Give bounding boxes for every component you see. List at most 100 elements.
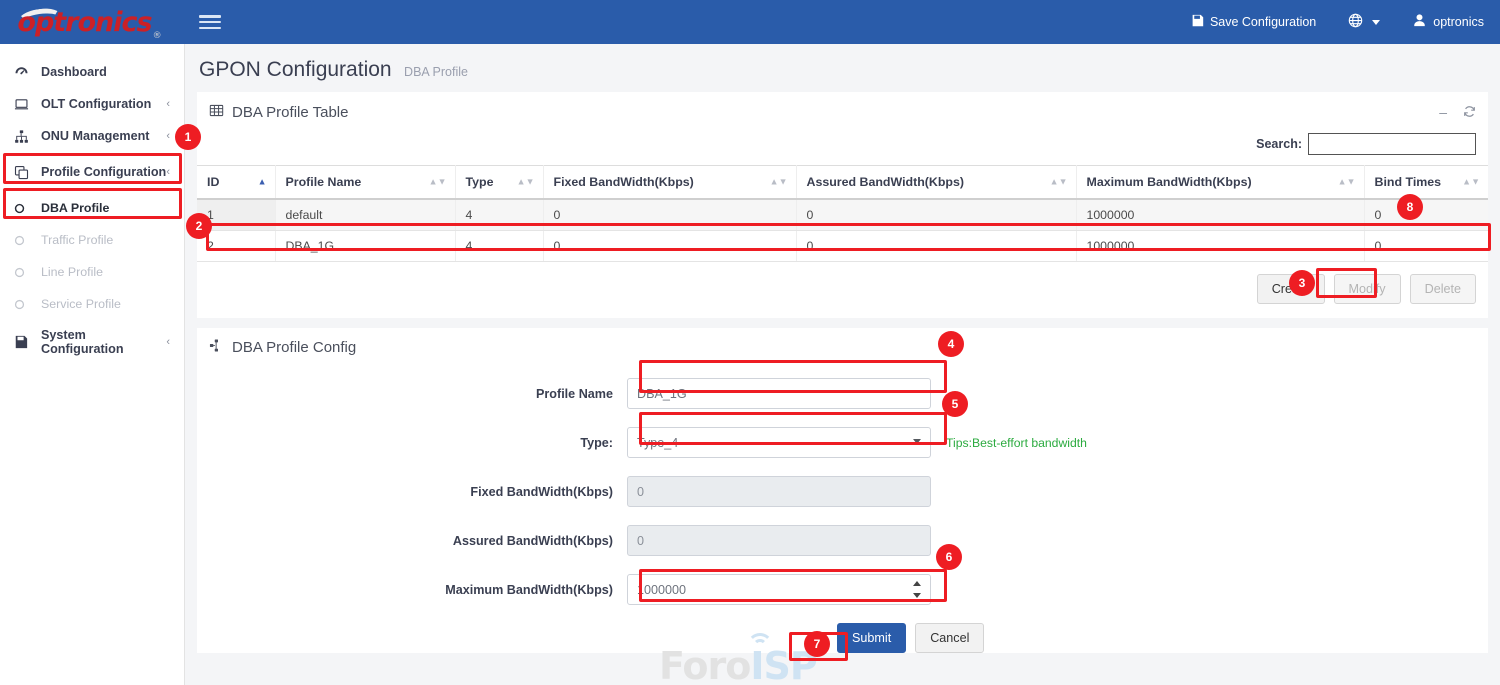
refresh-icon[interactable] <box>1463 105 1476 120</box>
table-panel-title: DBA Profile Table <box>232 104 348 121</box>
sidebar-item-olt-configuration[interactable]: OLT Configuration ‹ <box>0 88 184 120</box>
page-title: GPON Configuration <box>199 58 392 81</box>
circle-icon <box>14 203 32 214</box>
form-row-profile-name: Profile Name <box>197 378 1488 409</box>
sitemap-icon <box>14 129 32 144</box>
user-name-label: optronics <box>1433 15 1484 29</box>
table-icon <box>209 103 224 122</box>
maximum-bandwidth-input[interactable] <box>627 574 931 605</box>
sidebar-item-profile-configuration[interactable]: Profile Configuration ‹ <box>0 156 184 188</box>
chevron-left-icon: ‹ <box>166 336 170 348</box>
assured-bandwidth-label: Assured BandWidth(Kbps) <box>197 534 627 548</box>
submit-button[interactable]: Submit <box>837 623 906 653</box>
form-row-fixed-bandwidth: Fixed BandWidth(Kbps) <box>197 476 1488 507</box>
sidebar-item-label: Traffic Profile <box>41 233 113 247</box>
column-label: Type <box>466 175 494 189</box>
fixed-bandwidth-label: Fixed BandWidth(Kbps) <box>197 485 627 499</box>
table-row[interactable]: 2 DBA_1G 4 0 0 1000000 0 <box>197 231 1488 262</box>
assured-bandwidth-input <box>627 525 931 556</box>
annotation-badge-7: 7 <box>804 631 830 657</box>
column-header-bind-times[interactable]: Bind Times ▲▼ <box>1364 166 1488 200</box>
column-header-maximum-bandwidth[interactable]: Maximum BandWidth(Kbps) ▲▼ <box>1076 166 1364 200</box>
chevron-left-icon: ‹ <box>166 166 170 178</box>
minimize-icon[interactable]: – <box>1439 105 1447 119</box>
table-panel-header: DBA Profile Table – <box>197 93 1488 131</box>
sidebar-item-system-configuration[interactable]: System Configuration ‹ <box>0 326 184 358</box>
cell-type: 4 <box>455 199 543 231</box>
hamburger-line <box>199 21 221 24</box>
cell-fixed-bandwidth: 0 <box>543 199 796 231</box>
delete-button[interactable]: Delete <box>1410 274 1476 304</box>
brand-logo[interactable]: optronics® <box>0 0 185 44</box>
column-label: Bind Times <box>1375 175 1442 189</box>
save-configuration-label: Save Configuration <box>1210 15 1316 29</box>
circle-icon <box>14 235 32 246</box>
app-root: optronics® Save Configuration <box>0 0 1500 685</box>
fixed-bandwidth-field-wrap <box>627 476 931 507</box>
sidebar-item-label: System Configuration <box>41 328 166 356</box>
column-header-id[interactable]: ID ▲ <box>197 166 275 200</box>
fixed-bandwidth-input <box>627 476 931 507</box>
maximum-bandwidth-field-wrap <box>627 574 931 605</box>
type-label: Type: <box>197 436 627 450</box>
annotation-badge-3: 3 <box>1289 270 1315 296</box>
sort-ascending-icon: ▲ <box>258 178 267 187</box>
chevron-left-icon: ‹ <box>166 130 170 142</box>
circle-icon <box>14 267 32 278</box>
user-icon <box>1412 13 1427 31</box>
sidebar-item-label: DBA Profile <box>41 201 109 215</box>
sidebar-item-dashboard[interactable]: Dashboard <box>0 56 184 88</box>
save-configuration-button[interactable]: Save Configuration <box>1175 0 1332 44</box>
sidebar-item-dba-profile[interactable]: DBA Profile <box>0 192 184 224</box>
chevron-left-icon: ‹ <box>166 98 170 110</box>
floppy-disk-icon <box>14 335 32 349</box>
floppy-disk-icon <box>1191 14 1204 30</box>
globe-icon <box>1348 13 1363 31</box>
language-selector[interactable] <box>1332 0 1396 44</box>
profile-name-label: Profile Name <box>197 387 627 401</box>
registered-mark: ® <box>153 31 161 41</box>
column-header-profile-name[interactable]: Profile Name ▲▼ <box>275 166 455 200</box>
clone-icon <box>14 165 32 180</box>
chevron-down-icon <box>1372 20 1380 25</box>
cell-profile-name: default <box>275 199 455 231</box>
type-select[interactable]: Type_4 <box>627 427 931 458</box>
sidebar-item-onu-management[interactable]: ONU Management ‹ <box>0 120 184 152</box>
profile-name-field-wrap <box>627 378 931 409</box>
hamburger-line <box>199 15 221 18</box>
modify-button[interactable]: Modify <box>1334 274 1401 304</box>
cell-type: 4 <box>455 231 543 262</box>
table-row[interactable]: 1 default 4 0 0 1000000 0 <box>197 199 1488 231</box>
sidebar-item-line-profile[interactable]: Line Profile <box>0 256 184 288</box>
column-label: Maximum BandWidth(Kbps) <box>1087 175 1252 189</box>
form-panel-header: DBA Profile Config <box>197 328 1488 366</box>
type-field-wrap: Type_4 <box>627 427 931 458</box>
hamburger-icon[interactable] <box>199 13 221 31</box>
config-form: Profile Name Type: Type_4 Tips:Best-effo… <box>197 366 1488 653</box>
cell-profile-name: DBA_1G <box>275 231 455 262</box>
cell-assured-bandwidth: 0 <box>796 231 1076 262</box>
cell-fixed-bandwidth: 0 <box>543 231 796 262</box>
sidebar-spacer <box>0 44 184 56</box>
user-menu[interactable]: optronics <box>1396 0 1500 44</box>
table-header-row: ID ▲ Profile Name ▲▼ Type ▲▼ Fixed Ban <box>197 166 1488 200</box>
column-header-assured-bandwidth[interactable]: Assured BandWidth(Kbps) ▲▼ <box>796 166 1076 200</box>
sidebar-item-traffic-profile[interactable]: Traffic Profile <box>0 224 184 256</box>
cell-maximum-bandwidth: 1000000 <box>1076 199 1364 231</box>
annotation-badge-4: 4 <box>938 331 964 357</box>
sidebar-item-label: Dashboard <box>41 65 107 79</box>
sort-icon: ▲▼ <box>1462 178 1480 187</box>
table-search-row: Search: <box>197 131 1488 165</box>
cell-bind-times: 0 <box>1364 199 1488 231</box>
search-input[interactable] <box>1308 133 1476 155</box>
dba-profile-table: ID ▲ Profile Name ▲▼ Type ▲▼ Fixed Ban <box>197 165 1488 262</box>
cancel-button[interactable]: Cancel <box>915 623 984 653</box>
column-header-type[interactable]: Type ▲▼ <box>455 166 543 200</box>
sidebar-item-label: ONU Management <box>41 129 149 143</box>
cell-bind-times: 0 <box>1364 231 1488 262</box>
sidebar-item-service-profile[interactable]: Service Profile <box>0 288 184 320</box>
column-header-fixed-bandwidth[interactable]: Fixed BandWidth(Kbps) ▲▼ <box>543 166 796 200</box>
profile-name-input[interactable] <box>627 378 931 409</box>
panel-tools: – <box>1439 105 1476 120</box>
search-label: Search: <box>1256 137 1302 151</box>
